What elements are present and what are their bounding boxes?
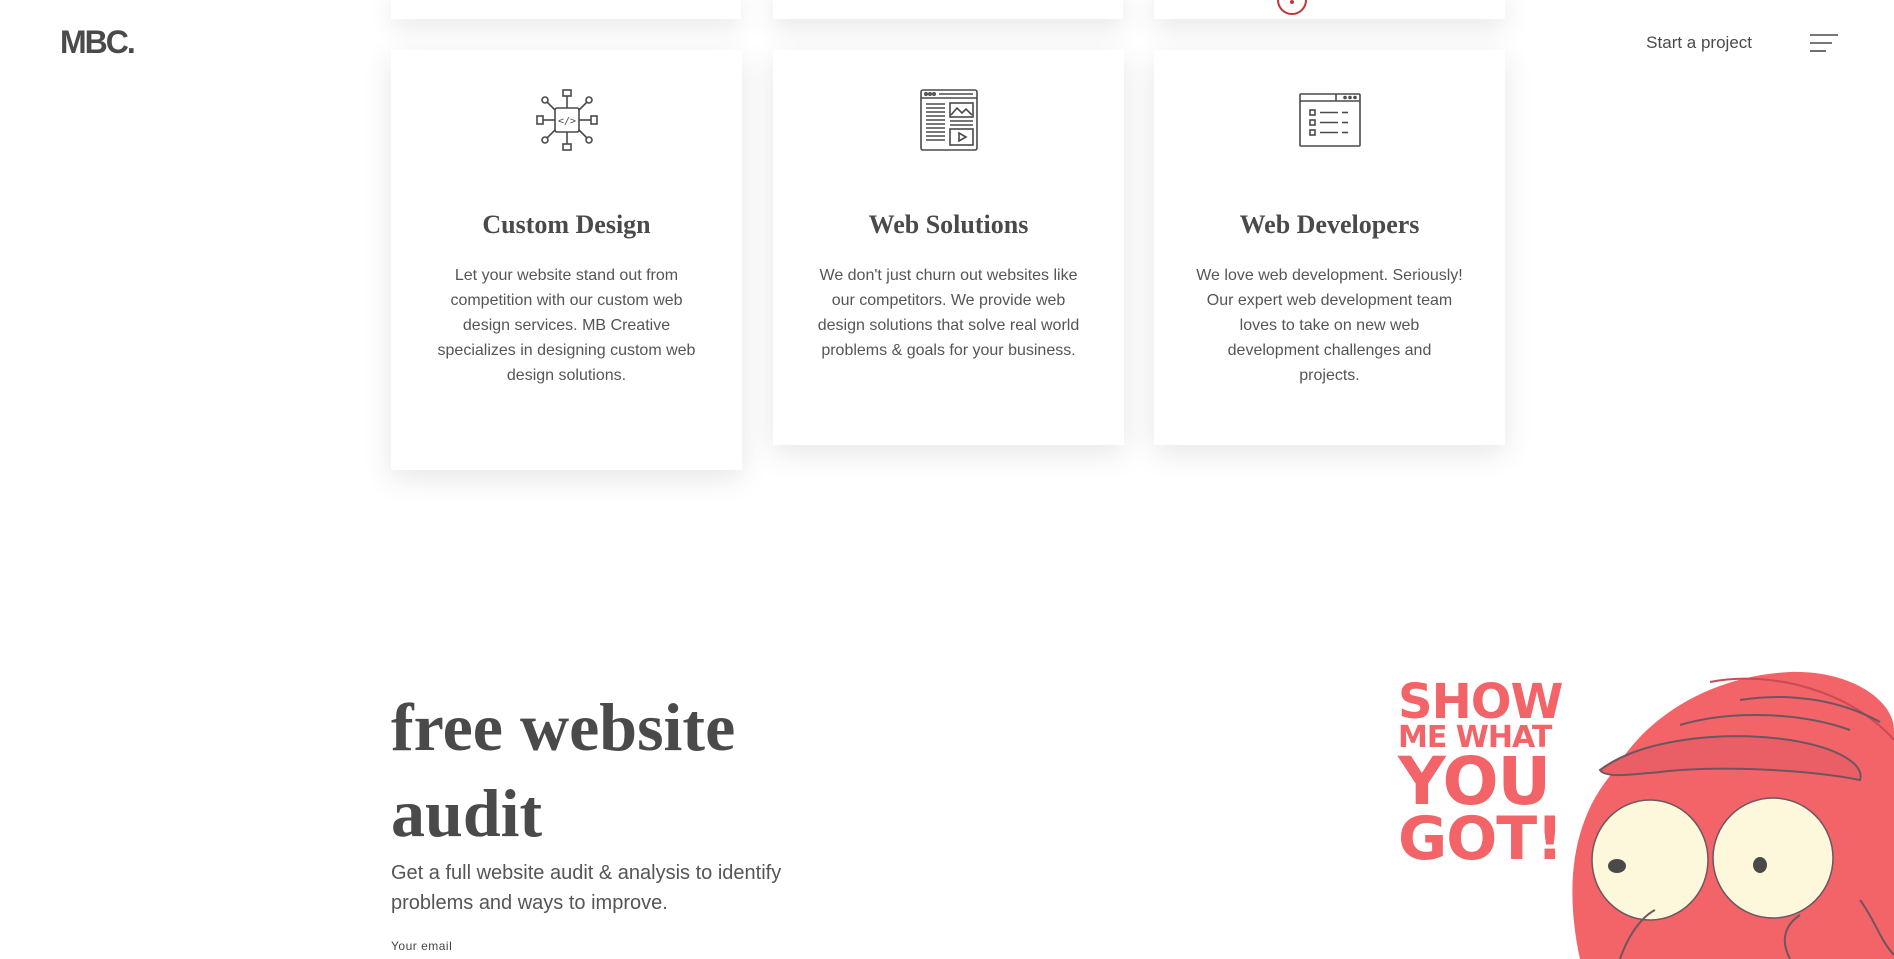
card-description: We don't just churn out websites like ou…	[817, 267, 1080, 359]
hamburger-menu-icon[interactable]	[1810, 33, 1838, 53]
service-card: Web Solutions We don't just churn out we…	[773, 50, 1124, 445]
browser-layout-icon	[919, 89, 978, 151]
card-partial-top	[391, 0, 741, 19]
network-code-icon: </>	[535, 89, 598, 151]
slogan-line: YOU	[1398, 742, 1551, 820]
service-card: Web Developers We love web development. …	[1154, 50, 1505, 445]
card-partial-top	[773, 0, 1123, 19]
service-card: </> Custom Design Let your website stand…	[391, 50, 742, 470]
card-description: Let your website stand out from competit…	[437, 267, 696, 384]
card-description: We love web development. Seriously! Our …	[1196, 267, 1463, 384]
circle-badge-icon	[1277, 0, 1307, 15]
audit-title: free website audit	[391, 689, 736, 851]
cartoon-face-illustration	[1572, 671, 1894, 959]
slogan-graphic: SHOW ME WHAT YOU GOT!	[1398, 674, 1564, 875]
start-project-link[interactable]: Start a project	[1646, 33, 1752, 53]
audit-subtitle: Get a full website audit & analysis to i…	[391, 862, 782, 914]
card-title: Web Developers	[1239, 210, 1420, 239]
logo[interactable]: MBC.	[60, 24, 136, 61]
card-title: Custom Design	[482, 210, 651, 239]
slogan-line: GOT!	[1398, 804, 1564, 875]
svg-text:</>: </>	[557, 116, 575, 127]
card-title: Web Solutions	[868, 210, 1029, 239]
card-partial-top	[1154, 0, 1505, 19]
slogan-line: SHOW	[1398, 674, 1564, 730]
browser-checklist-icon	[1298, 93, 1361, 147]
email-field-label: Your email	[391, 939, 453, 953]
